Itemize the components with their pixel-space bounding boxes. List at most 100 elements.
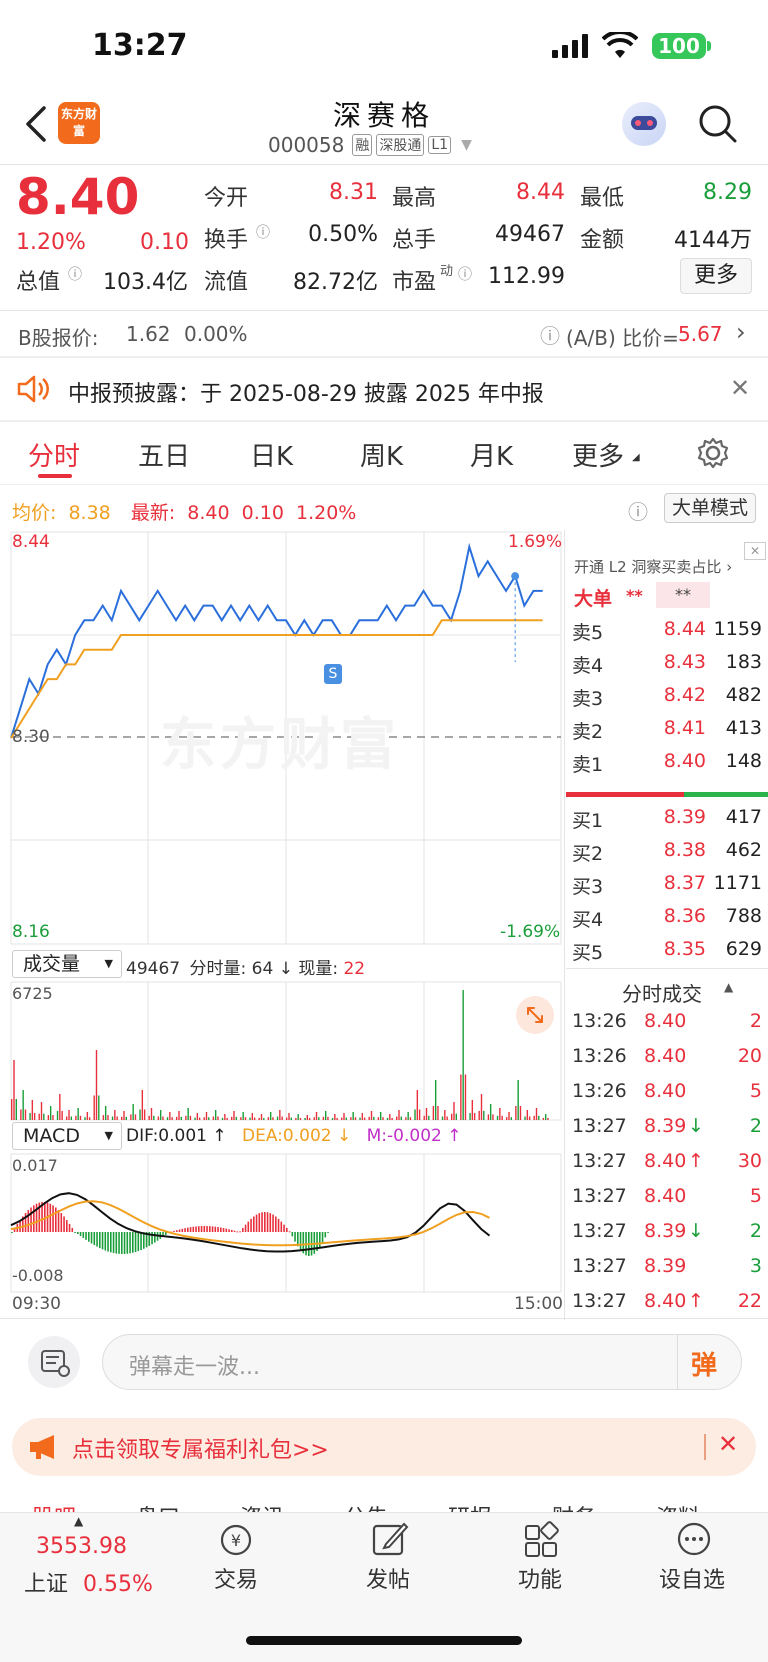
volume-total: 49467 <box>126 959 181 979</box>
tab-daily-k[interactable]: 日K <box>250 436 293 473</box>
volume-bar <box>263 1117 265 1120</box>
volume-bar <box>423 1115 425 1120</box>
danmu-input[interactable]: 弹幕走一波... 弹 <box>102 1334 742 1390</box>
volume-bar <box>214 1110 217 1120</box>
volume-bar <box>464 1074 467 1120</box>
danmu-send-button[interactable]: 弹 <box>691 1345 717 1382</box>
macd-bar <box>231 1229 233 1232</box>
volume-bar <box>453 1102 455 1120</box>
volume-bar <box>286 1117 288 1120</box>
ask-row[interactable]: 卖2 8.41 413 <box>572 717 762 747</box>
macd-bar <box>137 1232 140 1252</box>
l2-promo[interactable]: 开通 L2 洞察买卖占比 › <box>574 556 732 577</box>
tick-row: 13:26 8.40 2 <box>572 1010 762 1042</box>
ask-row[interactable]: 卖5 8.44 1159 <box>572 618 762 648</box>
subtab-item[interactable]: 公告 <box>344 1500 388 1512</box>
ask-row[interactable]: 卖4 8.43 183 <box>572 651 762 681</box>
badge-level: L1 <box>428 136 452 154</box>
macd-bar <box>30 1207 32 1232</box>
tab-minute[interactable]: 分时 <box>28 436 80 473</box>
macd-bar <box>101 1232 104 1250</box>
assistant-avatar[interactable] <box>622 102 666 146</box>
index-value[interactable]: 3553.98 <box>36 1534 127 1559</box>
help-icon[interactable]: ⓘ <box>540 320 560 349</box>
ask-ratio-bar <box>566 792 684 797</box>
more-button[interactable]: 更多 <box>680 258 752 294</box>
subtab-item[interactable]: 财务 <box>552 1500 596 1512</box>
low-value: 8.29 <box>703 180 752 205</box>
volume-bar <box>379 1112 382 1120</box>
close-icon[interactable]: ✕ <box>730 374 750 402</box>
macd-bar <box>198 1226 200 1232</box>
subtab-item[interactable]: 研报 <box>448 1500 492 1512</box>
chevron-down-icon: ▼ <box>104 1129 113 1142</box>
notice-text[interactable]: 中报预披露：于 2025-08-29 披露 2025 年中报 <box>68 376 544 408</box>
functions-icon <box>525 1521 559 1557</box>
nav-add-watchlist[interactable]: 设自选 <box>632 1562 752 1594</box>
macd-bar <box>85 1232 87 1240</box>
subtab-item[interactable]: 股吧 <box>32 1500 76 1512</box>
float-value: 82.72亿 <box>293 270 378 295</box>
subtab-item[interactable]: 盘口 <box>136 1500 180 1512</box>
indicator-select-macd[interactable]: MACD ▼ <box>12 1122 122 1150</box>
macd-bar <box>233 1230 236 1232</box>
axis-top-pct: 1.69% <box>508 532 563 552</box>
subtab-item[interactable]: 资料 <box>656 1500 700 1512</box>
tab-more[interactable]: 更多 <box>572 436 624 473</box>
tab-monthly-k[interactable]: 月K <box>470 436 513 473</box>
search-icon[interactable] <box>698 104 738 144</box>
ask-volume: 482 <box>725 684 762 706</box>
volume-bar <box>331 1117 334 1120</box>
info-icon[interactable]: ⓘ <box>458 264 472 284</box>
tab-weekly-k[interactable]: 周K <box>360 436 403 473</box>
volume-bar <box>499 1108 501 1120</box>
expand-icon[interactable] <box>516 996 554 1034</box>
chevron-right-icon[interactable]: › <box>736 318 746 346</box>
amount-value: 4144万 <box>674 228 752 253</box>
stock-code-row[interactable]: 000058 融 深股通 L1 ▼ <box>268 132 472 158</box>
promo-banner[interactable]: 点击领取专属福利礼包>> ✕ <box>12 1418 756 1476</box>
ask-row[interactable]: 卖1 8.40 148 <box>572 750 762 780</box>
volume-bar <box>295 1117 297 1120</box>
ticks-title[interactable]: 分时成交 <box>622 978 702 1007</box>
intraday-chart[interactable] <box>0 530 562 1310</box>
info-icon[interactable]: ⓘ <box>256 222 270 242</box>
tab-five-day[interactable]: 五日 <box>138 436 190 473</box>
index-row[interactable]: 上证 0.55% <box>24 1566 153 1598</box>
indicator-select-volume[interactable]: 成交量 ▼ <box>12 950 122 978</box>
volume-bar <box>455 1113 457 1120</box>
bid-row[interactable]: 买1 8.39 417 <box>572 806 762 836</box>
volume-bar <box>75 1115 77 1120</box>
gear-icon[interactable] <box>696 436 730 470</box>
big-order-mode-button[interactable]: 大单模式 <box>664 493 756 523</box>
info-icon[interactable]: ⓘ <box>68 264 82 284</box>
bid-row[interactable]: 买2 8.38 462 <box>572 839 762 869</box>
volume-bar <box>533 1115 535 1120</box>
danmu-settings-icon[interactable] <box>28 1336 80 1388</box>
bid-row[interactable]: 买3 8.37 1171 <box>572 872 762 902</box>
ask-row[interactable]: 卖3 8.42 482 <box>572 684 762 714</box>
macd-bar <box>324 1232 327 1238</box>
volume-bar <box>535 1108 538 1120</box>
help-icon[interactable]: ⓘ <box>628 496 648 525</box>
sell-marker[interactable]: S <box>324 664 342 684</box>
bid-row[interactable]: 买5 8.35 629 <box>572 938 762 968</box>
pe-label: 市盈 <box>392 270 437 295</box>
macd-bar <box>255 1214 258 1232</box>
subtab-item[interactable]: 资讯 <box>240 1500 284 1512</box>
volume-bar <box>327 1116 329 1120</box>
nav-functions[interactable]: 功能 <box>480 1562 600 1594</box>
volume-bar <box>153 1115 155 1120</box>
close-icon[interactable]: ✕ <box>744 542 766 560</box>
macd-bar <box>209 1226 211 1232</box>
macd-bar <box>99 1232 101 1249</box>
time-end: 15:00 <box>514 1294 563 1314</box>
ask-price: 8.44 <box>663 618 706 640</box>
macd-info: DIF:0.001 ↑ DEA:0.002 ↓ M:-0.002 ↑ <box>126 1126 462 1146</box>
macd-bar <box>90 1232 93 1244</box>
close-icon[interactable]: ✕ <box>718 1430 738 1458</box>
nav-post[interactable]: 发帖 <box>328 1562 448 1594</box>
bid-row[interactable]: 买4 8.36 788 <box>572 905 762 935</box>
nav-trade[interactable]: 交易 <box>176 1562 296 1594</box>
volume-bar <box>299 1117 302 1120</box>
